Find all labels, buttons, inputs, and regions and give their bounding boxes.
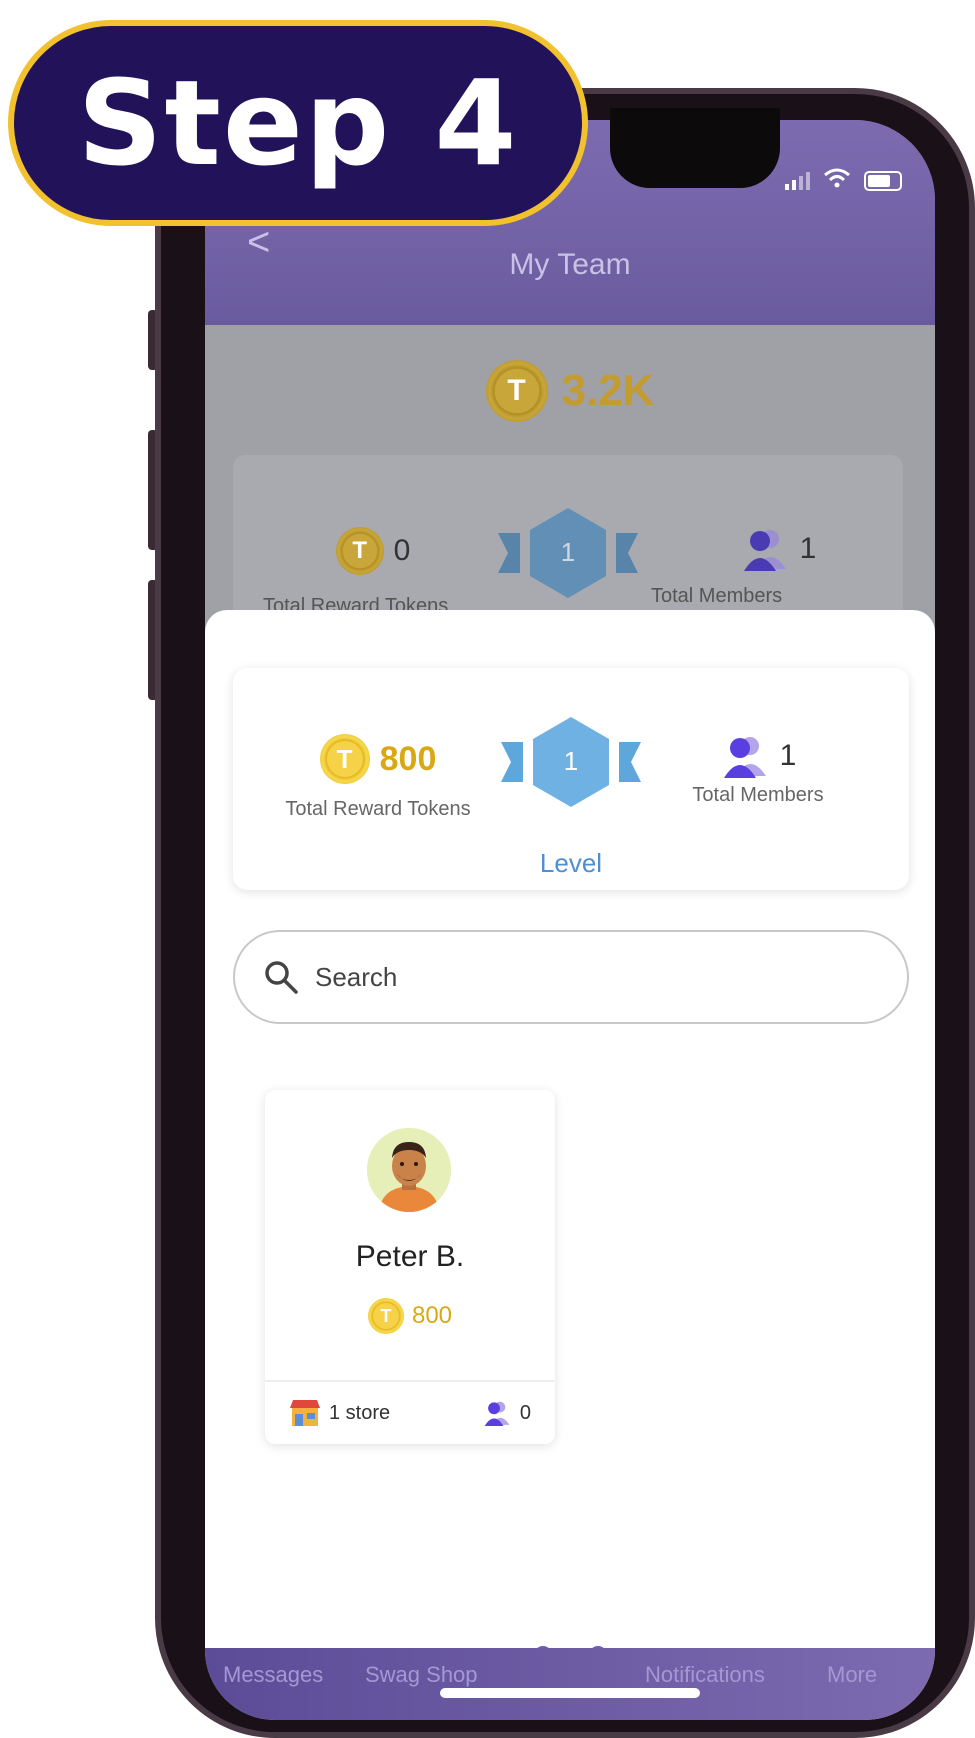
tab-more[interactable]: More: [827, 1662, 877, 1688]
team-balance-amount: 3.2K: [561, 366, 655, 415]
level-badge-icon: 1: [501, 717, 641, 807]
token-coin-icon: T: [367, 1298, 404, 1334]
battery-icon: [864, 171, 902, 191]
tab-messages[interactable]: Messages: [223, 1662, 323, 1688]
member-tokens: T 800: [265, 1298, 555, 1334]
bottom-tab-bar: Messages Swag Shop Notifications More: [205, 1648, 935, 1720]
member-stores: 1 store: [329, 1401, 391, 1424]
team-members-icon: [743, 530, 786, 571]
total-members-value: 1: [779, 739, 797, 772]
member-card-footer: 1 store 0: [265, 1380, 555, 1444]
person-avatar-icon: [367, 1128, 451, 1212]
search-bar[interactable]: [233, 930, 909, 1024]
token-coin-icon: T: [319, 734, 370, 784]
stats-card: T 800 Total Reward Tokens 1 Level 1 Tota…: [233, 668, 909, 890]
token-coin-icon: T: [335, 527, 384, 575]
wifi-icon: [824, 168, 850, 194]
member-name: Peter B.: [355, 1240, 465, 1273]
member-tokens-value: 800: [411, 1302, 453, 1329]
member-avatar: [367, 1128, 451, 1212]
total-tokens-label: Total Reward Tokens: [285, 798, 471, 820]
team-balance: T 3.2K: [205, 360, 935, 422]
bg-members-label: Total Members: [651, 585, 783, 607]
total-tokens-value: 800: [379, 739, 437, 778]
tab-notifications[interactable]: Notifications: [645, 1662, 765, 1688]
search-input[interactable]: [315, 961, 875, 993]
team-members-icon: [723, 737, 766, 778]
bg-members-value: 1: [799, 532, 817, 565]
signal-icon: [785, 172, 810, 190]
team-members-icon: [484, 1401, 510, 1426]
token-coin-icon: T: [485, 360, 548, 422]
phone-notch: [610, 108, 780, 188]
phone-screen: < My Team T 3.2K T 0 1 1 Total Reward To…: [205, 120, 935, 1720]
tab-swag-shop[interactable]: Swag Shop: [365, 1662, 478, 1688]
bg-level-value: 1: [561, 537, 575, 567]
home-indicator: [440, 1688, 700, 1698]
level-badge-icon: 1: [498, 508, 638, 598]
page-title: My Team: [509, 248, 631, 281]
step-label: Step 4: [77, 54, 519, 192]
level-value: 1: [564, 746, 578, 776]
level-label: Level: [539, 848, 603, 878]
step-badge: Step 4: [8, 20, 588, 226]
status-bar: [785, 168, 902, 194]
search-icon: [265, 961, 298, 994]
member-team-count: 0: [519, 1401, 531, 1424]
team-bottom-sheet: T 800 Total Reward Tokens 1 Level 1 Tota…: [205, 610, 935, 1664]
store-icon: [290, 1400, 320, 1426]
total-members-label: Total Members: [692, 784, 824, 806]
bg-tokens-value: 0: [393, 534, 411, 567]
member-card[interactable]: Peter B. T 800 1 store 0: [265, 1090, 555, 1444]
